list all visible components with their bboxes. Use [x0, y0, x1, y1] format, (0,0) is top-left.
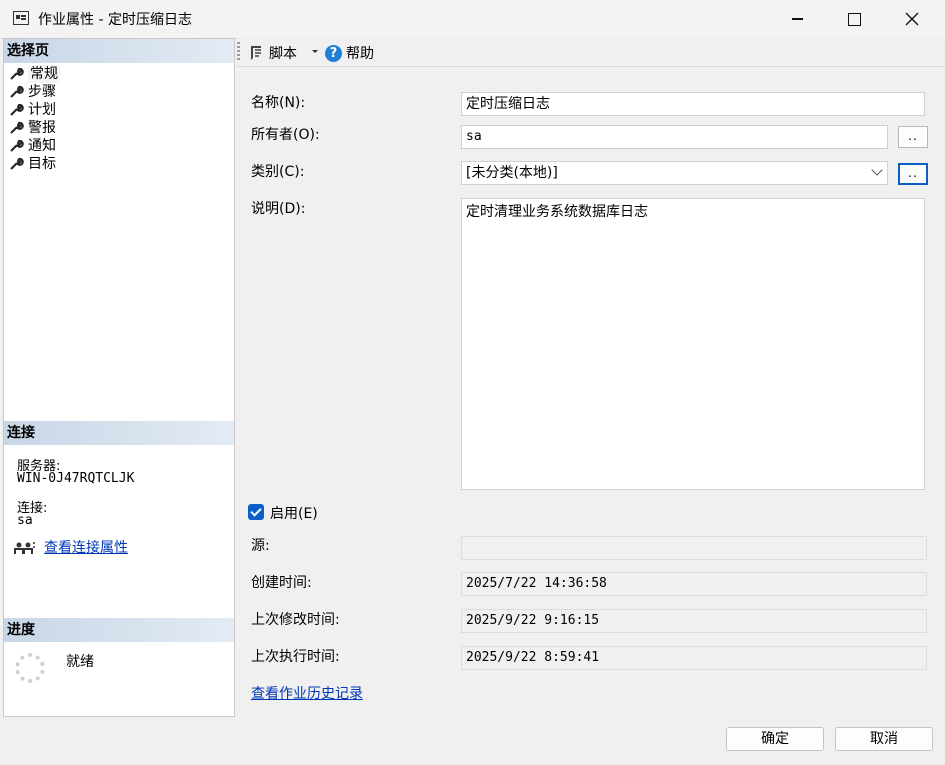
connection-properties-icon: [14, 542, 35, 554]
connection-value: sa: [17, 513, 33, 528]
modified-label: 上次修改时间:: [251, 612, 340, 628]
wrench-icon: [10, 85, 24, 98]
wrench-icon: [10, 121, 24, 134]
progress-status: 就绪: [66, 654, 94, 670]
executed-label: 上次执行时间:: [251, 649, 340, 665]
close-icon: [905, 12, 919, 26]
page-item-targets[interactable]: 目标: [8, 155, 60, 173]
select-page-header: 选择页: [4, 39, 234, 63]
help-icon: ?: [325, 44, 342, 62]
dropdown-arrow-icon: [312, 50, 318, 53]
cancel-button[interactable]: 取消: [835, 727, 933, 751]
page-item-label: 常规: [28, 65, 60, 83]
name-label: 名称(N):: [251, 95, 306, 111]
page-item-label: 通知: [28, 138, 56, 154]
server-value: WIN-0J47RQTCLJK: [17, 471, 135, 486]
owner-input[interactable]: sa: [461, 125, 888, 149]
title-bar: 作业属性 - 定时压缩日志: [0, 0, 945, 39]
script-dropdown-button[interactable]: [311, 44, 319, 58]
ok-button[interactable]: 确定: [726, 727, 824, 751]
minimize-icon: [791, 18, 803, 20]
modified-field: 2025/9/22 9:16:15: [461, 609, 927, 633]
source-label: 源:: [251, 538, 270, 554]
enabled-label: 启用(E): [270, 506, 318, 522]
page-item-label: 警报: [28, 120, 56, 136]
owner-label: 所有者(O):: [251, 127, 320, 143]
page-item-notifications[interactable]: 通知: [8, 137, 60, 155]
maximize-icon: [847, 12, 861, 26]
created-field: 2025/7/22 14:36:58: [461, 572, 927, 596]
view-job-history-link[interactable]: 查看作业历史记录: [251, 683, 363, 703]
executed-field: 2025/9/22 8:59:41: [461, 646, 927, 670]
category-selected-value: [未分类(本地)]: [466, 165, 558, 181]
chevron-down-icon: [871, 164, 883, 176]
page-list: 常规 步骤 计划 警报 通知 目标: [8, 65, 60, 173]
toolbar: 脚本 ? 帮助: [237, 38, 945, 67]
page-item-steps[interactable]: 步骤: [8, 83, 60, 101]
enabled-checkbox[interactable]: [248, 504, 264, 520]
progress-header: 进度: [4, 618, 234, 642]
name-input[interactable]: 定时压缩日志: [461, 92, 925, 116]
page-item-schedules[interactable]: 计划: [8, 101, 60, 119]
source-field: [461, 536, 927, 560]
help-button[interactable]: ? 帮助: [325, 43, 374, 63]
category-browse-button[interactable]: ..: [898, 163, 928, 185]
wrench-icon: [10, 139, 24, 152]
toolbar-grip: [237, 42, 240, 62]
script-button[interactable]: 脚本: [247, 43, 297, 63]
description-textarea[interactable]: 定时清理业务系统数据库日志: [461, 198, 925, 490]
left-pane: 选择页 常规 步骤 计划 警报 通知 目标 连接 服务器: WIN-0J47RQ…: [3, 38, 235, 717]
category-select[interactable]: [未分类(本地)]: [461, 161, 888, 185]
view-connection-properties-link[interactable]: 查看连接属性: [44, 537, 128, 557]
wrench-icon: [10, 157, 24, 170]
page-item-general[interactable]: 常规: [8, 65, 60, 83]
page-item-alerts[interactable]: 警报: [8, 119, 60, 137]
wrench-icon: [10, 103, 24, 116]
description-label: 说明(D):: [251, 201, 306, 217]
window-icon: [13, 11, 29, 25]
close-button[interactable]: [889, 0, 935, 38]
minimize-button[interactable]: [774, 0, 820, 38]
connection-header: 连接: [4, 421, 234, 445]
category-label: 类别(C):: [251, 164, 305, 180]
script-icon: [251, 46, 261, 60]
page-item-label: 目标: [28, 156, 56, 172]
help-label: 帮助: [346, 46, 374, 62]
script-label: 脚本: [269, 46, 297, 62]
page-item-label: 计划: [28, 102, 56, 118]
created-label: 创建时间:: [251, 575, 312, 591]
page-item-label: 步骤: [28, 84, 56, 100]
wrench-icon: [10, 67, 24, 80]
view-connection-row: 查看连接属性: [14, 537, 128, 557]
maximize-button[interactable]: [831, 0, 877, 38]
progress-spinner-icon: [15, 653, 45, 683]
window-title: 作业属性 - 定时压缩日志: [38, 12, 192, 28]
owner-browse-button[interactable]: ..: [898, 126, 928, 148]
